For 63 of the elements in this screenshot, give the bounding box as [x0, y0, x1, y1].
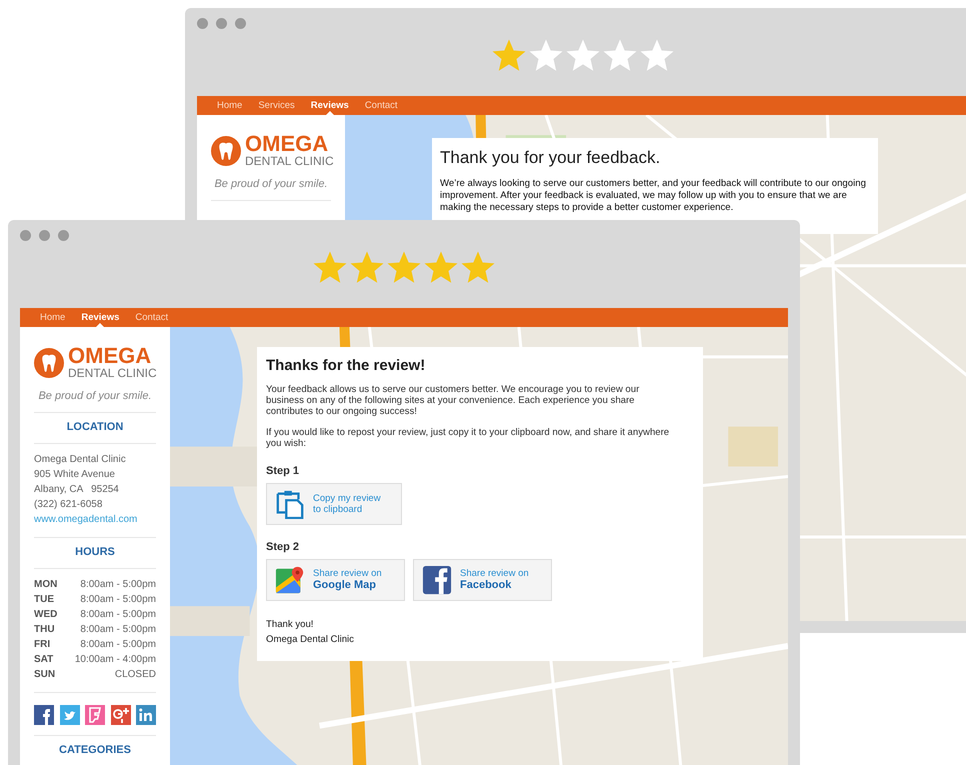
- linkedin-icon[interactable]: [136, 705, 156, 725]
- logo-name: OMEGA: [245, 133, 328, 155]
- section-heading: CATEGORIES: [58, 744, 132, 756]
- logo-subtitle: DENTAL CLINIC: [68, 367, 157, 380]
- clipboard-icon: [275, 489, 305, 519]
- day-label: SAT: [34, 653, 54, 667]
- opening-hours: CLOSED: [114, 668, 156, 682]
- card-text: Your feedback allows us to serve our customers better. We encourage you to review our business on any of the following sites at your convenience. Each experience you share contributes to our ongoing success!: [266, 384, 640, 417]
- section-heading: LOCATION: [66, 421, 124, 433]
- google-plus-icon[interactable]: [110, 705, 130, 725]
- address-line: (322) 621-6058: [34, 498, 102, 512]
- opening-hours: 8:00am - 5:00pm: [80, 608, 156, 622]
- step-label: Step 2: [266, 541, 300, 553]
- tagline: Be proud of your smile.: [213, 178, 329, 190]
- map-pin-icon: [275, 565, 305, 595]
- logo-subtitle: DENTAL CLINIC: [245, 155, 334, 168]
- opening-hours: 8:00am - 5:00pm: [80, 623, 156, 637]
- logo-name: OMEGA: [68, 345, 152, 367]
- nav-link[interactable]: Services: [250, 96, 303, 115]
- window-dot[interactable]: [197, 18, 208, 29]
- address-line: Omega Dental Clinic: [34, 453, 126, 467]
- opening-hours: 8:00am - 5:00pm: [80, 578, 156, 592]
- card-title: Thank you for your feedback.: [440, 148, 662, 168]
- closing-text: Omega Dental Clinic: [266, 633, 354, 647]
- website-link[interactable]: www.omegadental.com: [34, 512, 138, 527]
- opening-hours: 8:00am - 5:00pm: [80, 593, 156, 607]
- window-dot[interactable]: [39, 230, 50, 241]
- tagline: Be proud of your smile.: [37, 390, 153, 402]
- opening-hours: 10:00am - 4:00pm: [74, 653, 156, 667]
- step-label: Step 1: [266, 465, 300, 477]
- day-label: WED: [34, 608, 58, 622]
- window-dot[interactable]: [235, 18, 246, 29]
- day-label: TUE: [34, 593, 54, 607]
- nav-link[interactable]: Contact: [127, 308, 176, 327]
- day-label: MON: [34, 578, 58, 592]
- address-line: Albany, CA 95254: [34, 483, 119, 497]
- share-button[interactable]: Share review on Facebook: [413, 559, 552, 601]
- tooth-logo-icon: [211, 136, 241, 166]
- window-dot[interactable]: [58, 230, 69, 241]
- nav-link[interactable]: Home: [32, 308, 74, 327]
- day-label: THU: [34, 623, 55, 637]
- day-label: SUN: [34, 668, 56, 682]
- closing-text: Thank you!: [266, 618, 314, 632]
- share-button[interactable]: Share review on Google Map: [266, 559, 405, 601]
- opening-hours: 8:00am - 5:00pm: [80, 638, 156, 652]
- nav-link[interactable]: Reviews: [302, 96, 357, 115]
- tooth-logo-icon: [34, 348, 64, 378]
- window-dot[interactable]: [216, 18, 227, 29]
- bird-icon[interactable]: [60, 705, 80, 725]
- nav-link[interactable]: Home: [209, 96, 250, 115]
- copy-button[interactable]: Copy my review to clipboard: [266, 483, 402, 525]
- facebook-icon[interactable]: [34, 705, 54, 725]
- day-label: FRI: [34, 638, 50, 652]
- nav-link[interactable]: Contact: [356, 96, 406, 115]
- card-title: Thanks for the review!: [266, 357, 426, 374]
- section-heading: HOURS: [74, 546, 116, 558]
- card-text: If you would like to repost your review, just copy it to your clipboard now, and share it anywhere you wish:: [266, 427, 670, 449]
- facebook-icon: [422, 565, 452, 595]
- window-dot[interactable]: [20, 230, 31, 241]
- address-line: 905 White Avenue: [34, 468, 115, 482]
- card-text: We’re always looking to serve our customers better, and your feedback will contribute to our ongoing improvement. After your feedback is evaluated, we may follow up with you to ensure that we are making the necessary steps to provide a better customer experience.: [440, 178, 867, 214]
- foursquare-icon[interactable]: [85, 705, 105, 725]
- nav-link[interactable]: Reviews: [73, 308, 128, 327]
